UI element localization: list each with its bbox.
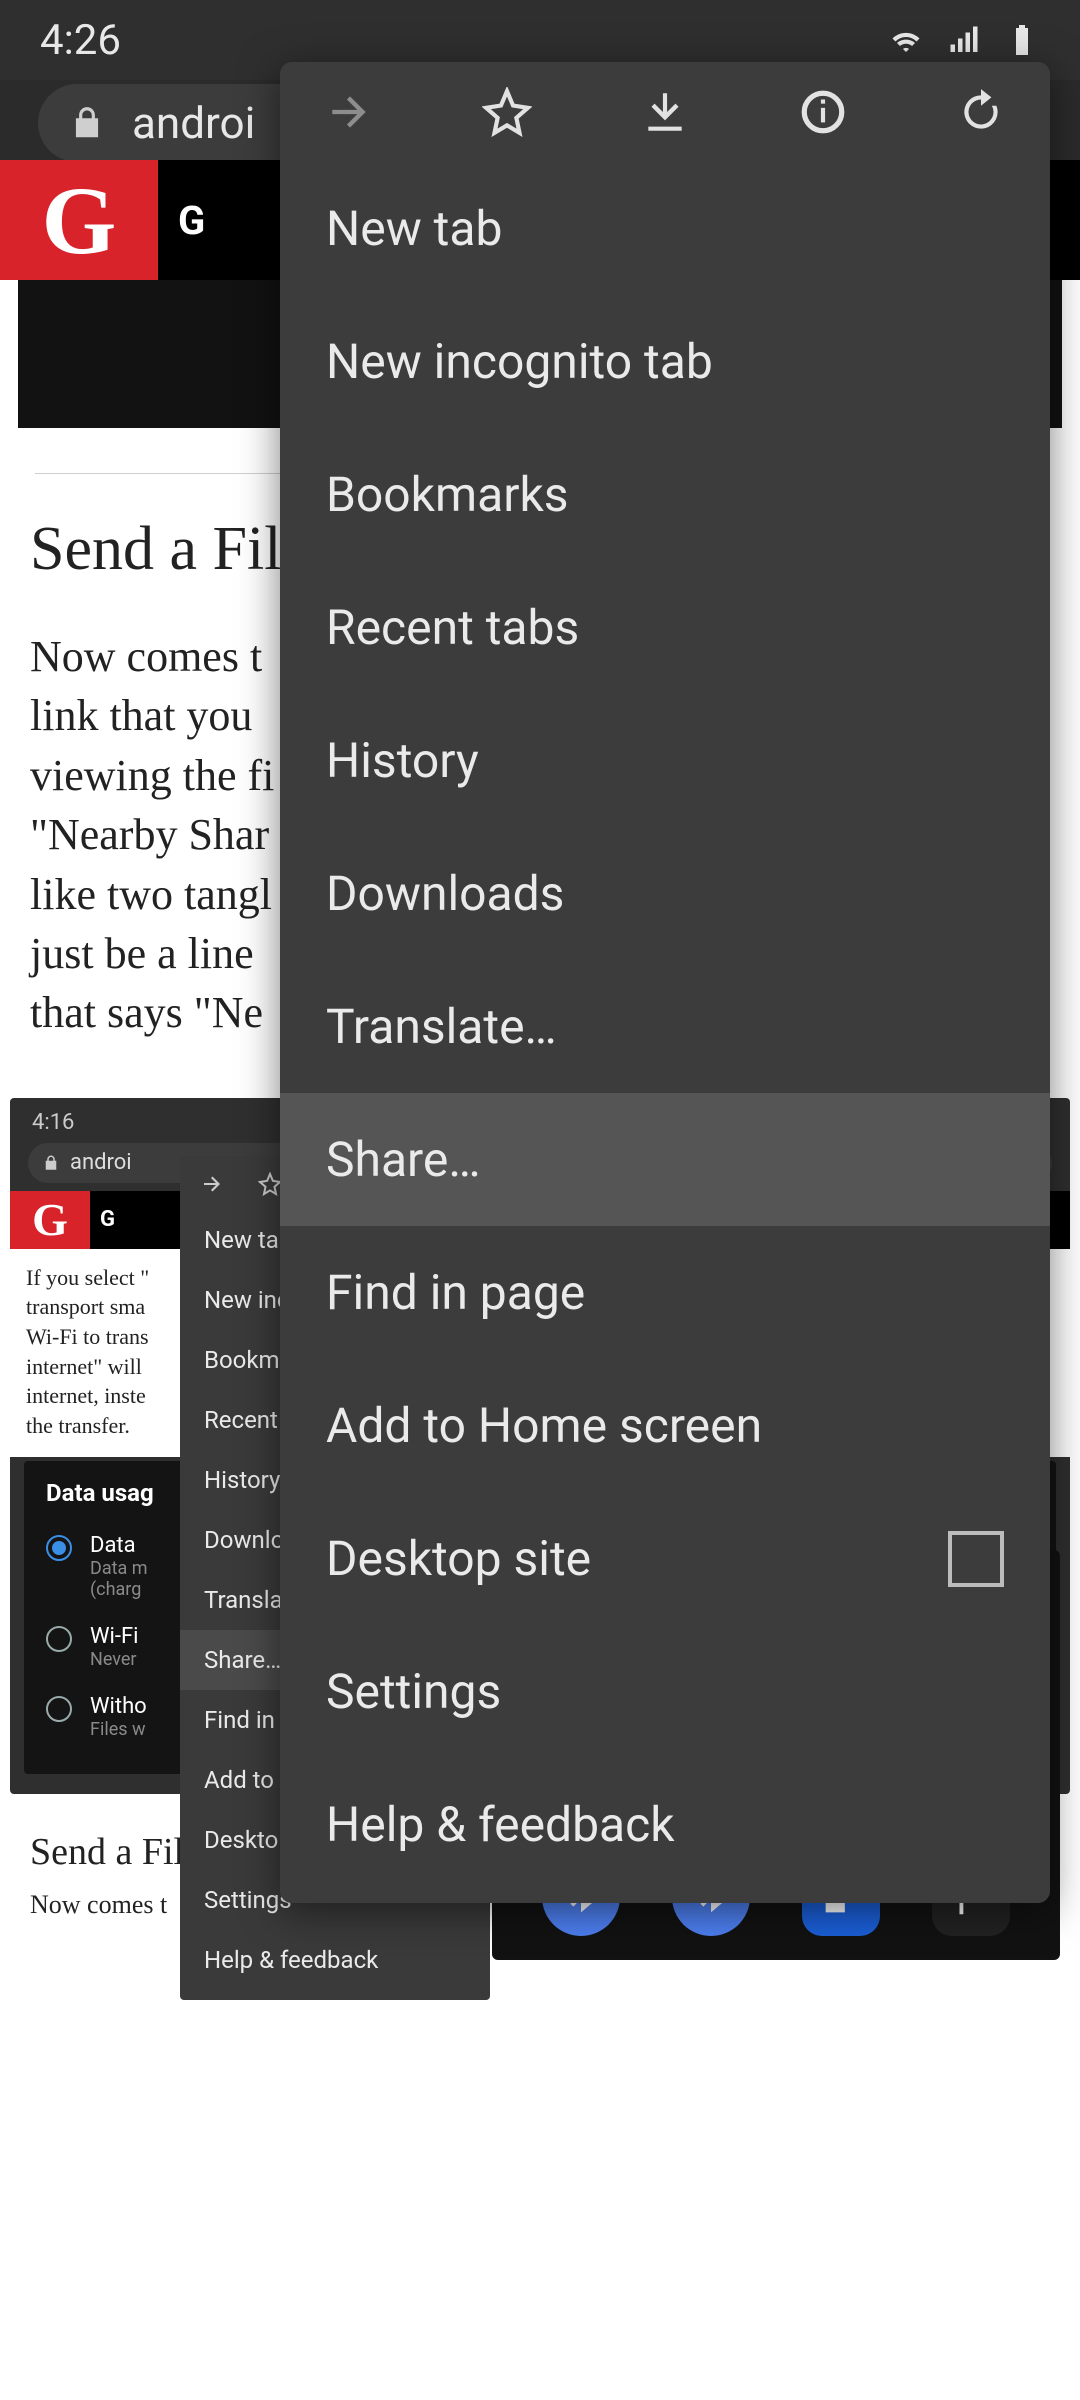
url-host: androi — [132, 97, 255, 149]
star-icon[interactable] — [482, 87, 532, 137]
inset-site-letter: G — [100, 1207, 115, 1232]
menu-item-downloads[interactable]: Downloads — [280, 827, 1050, 960]
battery-icon — [1004, 22, 1040, 58]
menu-item-new-tab[interactable]: New tab — [280, 162, 1050, 295]
menu-item-desktop-site[interactable]: Desktop site — [280, 1492, 1050, 1625]
radio-unselected-icon — [46, 1626, 72, 1652]
menu-item-new-incognito-tab[interactable]: New incognito tab — [280, 295, 1050, 428]
menu-item-help-feedback[interactable]: Help & feedback — [280, 1758, 1050, 1891]
inset-menu-item: Help & feedback — [180, 1930, 490, 1990]
menu-item-recent-tabs[interactable]: Recent tabs — [280, 561, 1050, 694]
checkbox-icon[interactable] — [948, 1531, 1004, 1587]
signal-icon — [946, 22, 982, 58]
inset-site-logo: G — [10, 1191, 90, 1249]
forward-icon[interactable] — [324, 87, 374, 137]
radio-unselected-icon — [46, 1696, 72, 1722]
lock-icon — [68, 104, 106, 142]
radio-selected-icon — [46, 1535, 72, 1561]
inset-opt-name: Data — [90, 1533, 148, 1558]
wifi-icon — [888, 22, 924, 58]
star-icon — [258, 1172, 282, 1196]
lock-icon — [42, 1154, 60, 1172]
inset-opt-sub: Files w — [90, 1719, 147, 1740]
menu-item-label: Desktop site — [326, 1530, 591, 1587]
inset-opt-name: Witho — [90, 1694, 147, 1719]
status-time: 4:26 — [40, 16, 121, 65]
refresh-icon[interactable] — [956, 87, 1006, 137]
menu-item-add-to-home-screen[interactable]: Add to Home screen — [280, 1359, 1050, 1492]
overflow-menu: New tab New incognito tab Bookmarks Rece… — [280, 62, 1050, 1903]
menu-top-icons — [280, 62, 1050, 162]
menu-item-bookmarks[interactable]: Bookmarks — [280, 428, 1050, 561]
site-title-fragment: G — [178, 197, 205, 244]
download-icon[interactable] — [640, 87, 690, 137]
info-icon[interactable] — [798, 87, 848, 137]
status-icons — [888, 22, 1040, 58]
forward-icon — [200, 1172, 224, 1196]
menu-item-translate[interactable]: Translate… — [280, 960, 1050, 1093]
site-logo: G — [0, 160, 158, 280]
menu-item-history[interactable]: History — [280, 694, 1050, 827]
menu-item-settings[interactable]: Settings — [280, 1625, 1050, 1758]
menu-item-share[interactable]: Share… — [280, 1093, 1050, 1226]
inset-opt-sub: Data m (charg — [90, 1558, 148, 1600]
inset-opt-sub: Never — [90, 1649, 138, 1670]
menu-item-find-in-page[interactable]: Find in page — [280, 1226, 1050, 1359]
inset-url-host: androi — [70, 1150, 132, 1175]
inset-opt-name: Wi-Fi — [90, 1624, 138, 1649]
